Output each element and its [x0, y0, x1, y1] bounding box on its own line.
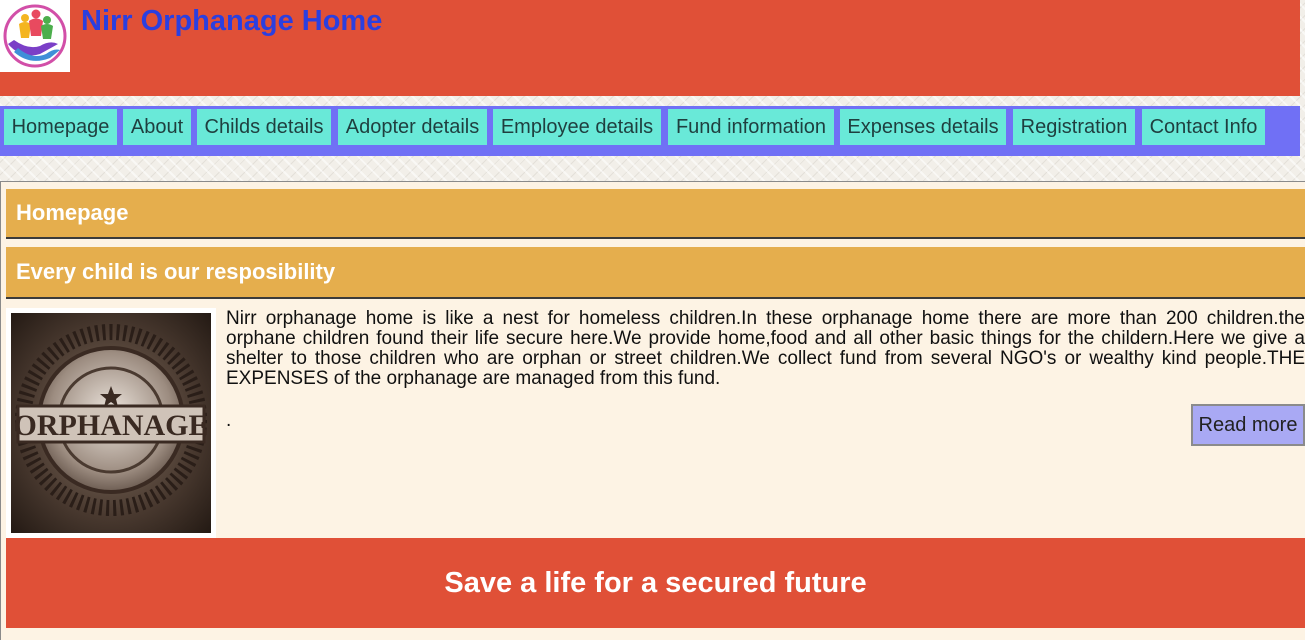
intro-paragraph: Nirr orphanage home is like a nest for h… [226, 308, 1305, 389]
site-title: Nirr Orphanage Home [81, 5, 383, 37]
nav-about[interactable]: About [123, 109, 191, 145]
main-navigation: Homepage About Childs details Adopter de… [0, 106, 1300, 156]
orphanage-logo-icon[interactable] [0, 0, 70, 72]
nav-employee-details[interactable]: Employee details [493, 109, 661, 145]
badge-label: ORPHANAGE [14, 409, 209, 442]
nav-childs-details[interactable]: Childs details [197, 109, 331, 145]
footer-slogan: Save a life for a secured future [6, 538, 1305, 628]
nav-expenses-details[interactable]: Expenses details [840, 109, 1006, 145]
tagline: Every child is our resposibility [6, 247, 1305, 299]
orphanage-badge-image: ORPHANAGE [6, 308, 216, 538]
nav-adopter-details[interactable]: Adopter details [338, 109, 487, 145]
site-header: Nirr Orphanage Home [0, 0, 1300, 96]
section-title: Homepage [6, 189, 1305, 239]
trailing-dot: . [226, 410, 232, 431]
nav-contact-info[interactable]: Contact Info [1142, 109, 1265, 145]
nav-registration[interactable]: Registration [1013, 109, 1135, 145]
nav-homepage[interactable]: Homepage [4, 109, 117, 145]
nav-fund-information[interactable]: Fund information [668, 109, 834, 145]
read-more-button[interactable]: Read more [1191, 404, 1305, 446]
